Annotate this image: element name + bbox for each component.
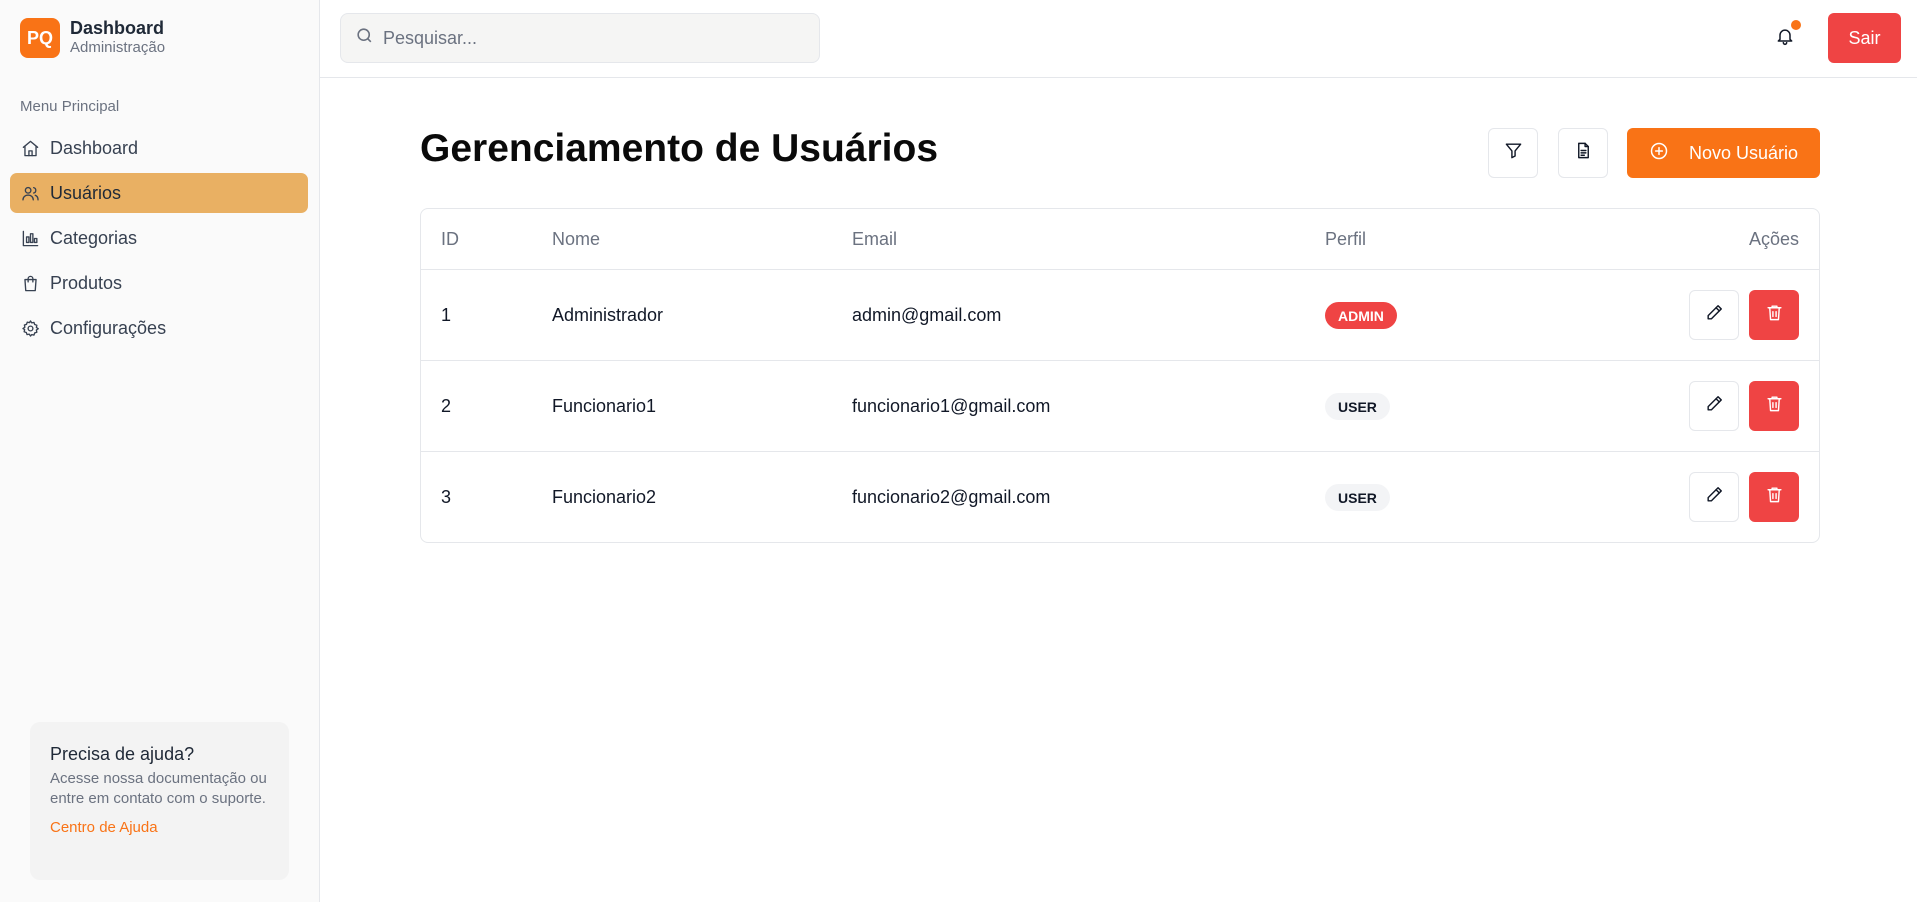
sidebar-item-label: Usuários: [50, 182, 122, 203]
help-card: Precisa de ajuda? Acesse nossa documenta…: [30, 722, 289, 880]
column-header-id: ID: [441, 229, 459, 249]
cell-id: 1: [441, 305, 452, 325]
sidebar-item-settings[interactable]: Configurações: [10, 308, 308, 348]
edit-button[interactable]: [1689, 472, 1739, 522]
search-icon: [355, 26, 374, 50]
cell-name: Administrador: [552, 305, 664, 325]
users-table: ID Nome Email Perfil Ações 1 Administrad…: [420, 208, 1820, 543]
cell-email: admin@gmail.com: [852, 305, 1002, 325]
pencil-icon: [1705, 485, 1724, 509]
delete-button[interactable]: [1749, 381, 1799, 431]
column-header-actions: Ações: [1748, 229, 1799, 249]
trash-icon: [1765, 394, 1784, 418]
delete-button[interactable]: [1749, 290, 1799, 340]
role-badge: USER: [1325, 484, 1390, 511]
help-text: Acesse nossa documentação ou entre em co…: [50, 770, 267, 807]
export-button[interactable]: [1558, 128, 1608, 178]
role-badge: USER: [1325, 393, 1390, 420]
sidebar: PQ Dashboard Administração Menu Principa…: [0, 0, 320, 902]
table-row: 3 Funcionario2 funcionario2@gmail.com US…: [421, 452, 1819, 543]
brand-title: Dashboard: [70, 18, 165, 38]
filter-button[interactable]: [1488, 128, 1538, 178]
gear-icon: [20, 318, 40, 338]
cell-id: 2: [441, 396, 452, 416]
chart-icon: [20, 228, 40, 248]
new-user-label: Novo Usuário: [1688, 142, 1799, 163]
shopping-bag-icon: [20, 273, 40, 293]
page-title: Gerenciamento de Usuários: [420, 127, 939, 170]
sidebar-item-label: Produtos: [50, 272, 123, 293]
pencil-icon: [1705, 303, 1724, 327]
help-center-link[interactable]: Centro de Ajuda: [50, 819, 269, 836]
cell-email: funcionario2@gmail.com: [852, 487, 1051, 507]
edit-button[interactable]: [1689, 290, 1739, 340]
brand-logo: PQ: [20, 18, 60, 58]
sidebar-item-categories[interactable]: Categorias: [10, 218, 308, 258]
help-title: Precisa de ajuda?: [50, 744, 195, 764]
users-icon: [20, 183, 40, 203]
cell-id: 3: [441, 487, 452, 507]
cell-name: Funcionario2: [552, 487, 657, 507]
plus-circle-icon: [1649, 141, 1689, 166]
edit-button[interactable]: [1689, 381, 1739, 431]
column-header-role: Perfil: [1325, 229, 1367, 249]
delete-button[interactable]: [1749, 472, 1799, 522]
bell-icon: [1775, 26, 1795, 51]
trash-icon: [1765, 303, 1784, 327]
filter-icon: [1504, 141, 1523, 165]
search-box[interactable]: [340, 13, 820, 63]
column-header-name: Nome: [552, 229, 601, 249]
document-icon: [1574, 141, 1593, 165]
topbar: Sair: [320, 0, 1917, 78]
logout-button[interactable]: Sair: [1828, 13, 1901, 63]
table-row: 1 Administrador admin@gmail.com ADMIN: [421, 270, 1819, 361]
menu-heading: Menu Principal: [20, 98, 120, 115]
table-header: ID Nome Email Perfil Ações: [421, 209, 1819, 270]
sidebar-item-label: Categorias: [50, 227, 138, 248]
pencil-icon: [1705, 394, 1724, 418]
brand[interactable]: PQ Dashboard Administração: [20, 18, 165, 58]
home-icon: [20, 138, 40, 158]
trash-icon: [1765, 485, 1784, 509]
cell-email: funcionario1@gmail.com: [852, 396, 1051, 416]
column-header-email: Email: [852, 229, 898, 249]
notifications-button[interactable]: [1772, 20, 1801, 51]
sidebar-item-products[interactable]: Produtos: [10, 263, 308, 303]
brand-subtitle: Administração: [70, 39, 166, 56]
sidebar-nav: Dashboard Usuários Categorias Produtos C…: [10, 128, 308, 353]
cell-name: Funcionario1: [552, 396, 657, 416]
sidebar-item-label: Configurações: [50, 317, 167, 338]
sidebar-item-users[interactable]: Usuários: [10, 173, 308, 213]
notification-dot: [1791, 20, 1801, 30]
sidebar-item-dashboard[interactable]: Dashboard: [10, 128, 308, 168]
search-input[interactable]: [383, 27, 803, 49]
table-row: 2 Funcionario1 funcionario1@gmail.com US…: [421, 361, 1819, 452]
role-badge: ADMIN: [1325, 302, 1397, 329]
new-user-button[interactable]: Novo Usuário: [1627, 128, 1820, 178]
sidebar-item-label: Dashboard: [50, 137, 139, 158]
